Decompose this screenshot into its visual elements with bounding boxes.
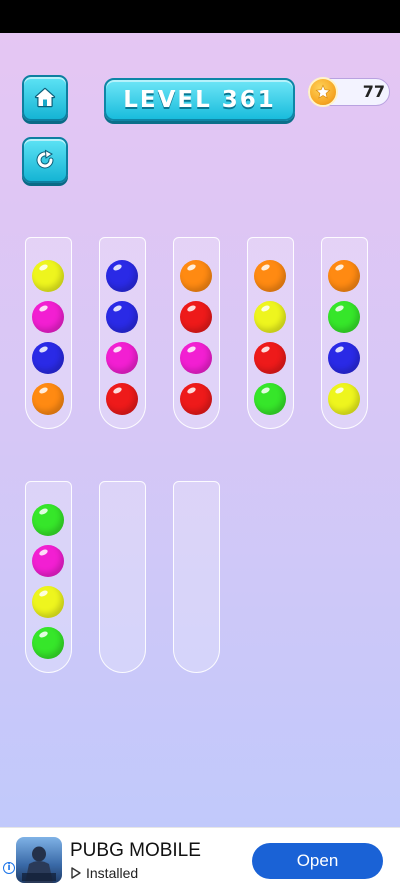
green-ball[interactable]	[32, 504, 64, 536]
yellow-ball[interactable]	[328, 383, 360, 415]
tube-8[interactable]	[173, 481, 220, 673]
blue-ball[interactable]	[106, 301, 138, 333]
orange-ball[interactable]	[328, 260, 360, 292]
yellow-ball[interactable]	[32, 586, 64, 618]
restart-icon	[36, 149, 54, 169]
yellow-ball[interactable]	[254, 301, 286, 333]
green-ball[interactable]	[254, 383, 286, 415]
coin-count: 77	[362, 82, 385, 101]
ad-status: Installed	[86, 865, 139, 881]
home-button[interactable]	[22, 75, 68, 121]
green-ball[interactable]	[328, 301, 360, 333]
orange-ball[interactable]	[180, 260, 212, 292]
app-icon[interactable]	[16, 837, 62, 883]
coin-star-icon	[308, 77, 338, 107]
status-bar	[0, 0, 400, 33]
tube-3[interactable]	[173, 237, 220, 429]
game-board: LEVEL 361 77	[0, 33, 400, 827]
magenta-ball[interactable]	[106, 342, 138, 374]
magenta-ball[interactable]	[180, 342, 212, 374]
open-button[interactable]: Open	[252, 843, 383, 879]
blue-ball[interactable]	[328, 342, 360, 374]
level-indicator: LEVEL 361	[104, 78, 295, 121]
red-ball[interactable]	[106, 383, 138, 415]
play-store-icon	[71, 867, 81, 879]
ad-title[interactable]: PUBG MOBILE	[70, 840, 201, 862]
red-ball[interactable]	[180, 301, 212, 333]
tube-2[interactable]	[99, 237, 146, 429]
home-icon	[34, 87, 56, 108]
orange-ball[interactable]	[254, 260, 286, 292]
tube-4[interactable]	[247, 237, 294, 429]
magenta-ball[interactable]	[32, 545, 64, 577]
magenta-ball[interactable]	[32, 301, 64, 333]
tube-5[interactable]	[321, 237, 368, 429]
orange-ball[interactable]	[32, 383, 64, 415]
yellow-ball[interactable]	[32, 260, 64, 292]
ad-banner[interactable]: i PUBG MOBILE Installed Open	[0, 827, 400, 891]
tube-7[interactable]	[99, 481, 146, 673]
info-icon[interactable]: i	[3, 862, 15, 874]
level-label: LEVEL 361	[123, 86, 276, 113]
blue-ball[interactable]	[32, 342, 64, 374]
green-ball[interactable]	[32, 627, 64, 659]
tube-1[interactable]	[25, 237, 72, 429]
red-ball[interactable]	[254, 342, 286, 374]
tube-6[interactable]	[25, 481, 72, 673]
blue-ball[interactable]	[106, 260, 138, 292]
red-ball[interactable]	[180, 383, 212, 415]
restart-button[interactable]	[22, 137, 68, 183]
